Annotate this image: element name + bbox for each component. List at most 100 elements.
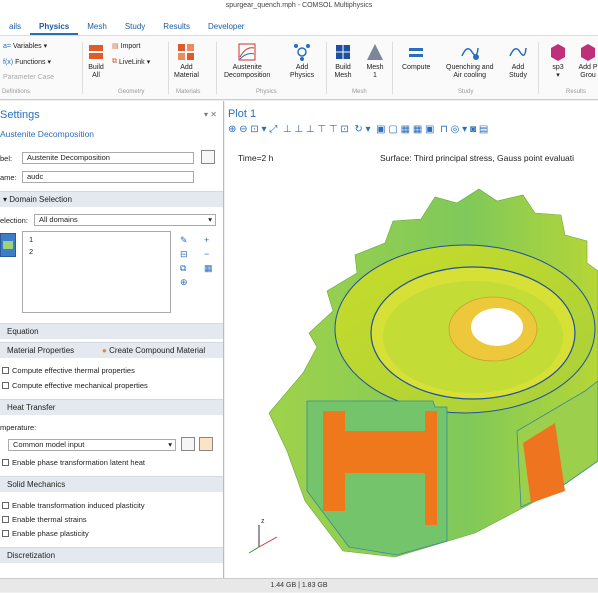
chevron-down-icon: ▾ [208, 215, 212, 224]
compute-button[interactable]: Compute [402, 42, 430, 72]
chevron-down-icon[interactable]: ▾ [366, 124, 371, 135]
phase-plasticity-checkbox[interactable]: Enable phase plasticity [2, 529, 89, 538]
add-plot-group-button[interactable]: Add P Grou [578, 42, 598, 80]
scene-icon[interactable]: ▣ [425, 124, 434, 135]
equation-section[interactable]: Equation [0, 323, 223, 339]
add-selection-icon[interactable]: ✎ [180, 235, 188, 245]
build-mesh-button[interactable]: Build Mesh [333, 42, 353, 80]
functions-button[interactable]: f(x) Functions ▾ [3, 58, 51, 67]
wireframe-icon[interactable]: ▣ [376, 124, 385, 135]
mesh-group-label: Mesh [352, 89, 367, 95]
name-caption: ame: [0, 173, 17, 182]
grid-icon[interactable]: ▦ [413, 124, 422, 135]
phase-diagram-icon [238, 43, 256, 61]
light-icon[interactable]: ▦ [401, 124, 410, 135]
build-all-button[interactable]: Build All [86, 42, 106, 80]
mesh-1-button[interactable]: Mesh 1 [365, 42, 385, 80]
tab-results[interactable]: Results [154, 21, 199, 35]
temperature-dropdown[interactable]: Common model input ▾ [8, 439, 176, 451]
selection-tools-2[interactable]: + − ▦ [204, 233, 213, 275]
import-button[interactable]: ▤ Import [112, 42, 140, 51]
domain-active-toggle[interactable] [0, 233, 16, 257]
paste-icon[interactable]: ▦ [204, 263, 213, 273]
ribbon-separator [82, 42, 83, 94]
axis-z-label: z [261, 518, 265, 525]
plus-icon[interactable]: + [204, 235, 209, 245]
definitions-group-label: Definitions [2, 89, 31, 95]
zoom-in-icon[interactable]: ⊕ [228, 124, 236, 135]
latent-heat-checkbox[interactable]: Enable phase transformation latent heat [2, 458, 145, 467]
plot-group-icon [551, 44, 565, 61]
sp3-button[interactable]: sp3 ▾ [548, 42, 568, 80]
add-plot-group-icon [581, 44, 595, 61]
remove-selection-icon[interactable]: ⊟ [180, 249, 188, 259]
transparency-icon[interactable]: ▢ [388, 124, 397, 135]
axis-z-icon[interactable]: ⊥ [306, 124, 315, 135]
name-field[interactable]: audc [22, 171, 194, 183]
plot-tab[interactable]: Plot 1 [228, 108, 256, 120]
tab-physics[interactable]: Physics [30, 21, 79, 35]
selection-dropdown[interactable]: All domains ▾ [34, 214, 216, 226]
axis-x-icon[interactable]: ⊥ [283, 124, 292, 135]
austenite-decomposition-button[interactable]: Austenite Decomposition [224, 42, 270, 80]
build-mesh-icon [336, 45, 350, 59]
zoom-box-icon[interactable]: ⊡ [250, 124, 258, 135]
variables-button[interactable]: a= Variables ▾ [3, 42, 47, 51]
heat-transfer-section[interactable]: Heat Transfer [0, 399, 223, 415]
discretization-section[interactable]: Discretization [0, 547, 223, 563]
list-item[interactable]: 1 [23, 232, 170, 247]
thermal-strains-checkbox[interactable]: Enable thermal strains [2, 515, 87, 524]
zoom-extents-icon[interactable]: ⤢ [269, 124, 277, 135]
label-field[interactable]: Austenite Decomposition [22, 152, 194, 164]
lock-icon[interactable]: ⊓ [440, 124, 448, 135]
list-item[interactable]: 2 [23, 247, 170, 256]
axis-up-icon[interactable]: ⊤ [317, 124, 326, 135]
axis-down-icon[interactable]: ⊤ [329, 124, 338, 135]
axis-y-icon[interactable]: ⊥ [294, 124, 303, 135]
tab-developer[interactable]: Developer [199, 21, 253, 35]
tab-mesh[interactable]: Mesh [78, 21, 116, 35]
create-compound-material-button[interactable]: ● Create Compound Material [102, 343, 205, 359]
panel-pin-icon[interactable]: ▾ ✕ [204, 110, 217, 119]
graphics-window[interactable]: Plot 1 ⊕ ⊖ ⊡ ▾ ⤢ ⊥ ⊥ ⊥ ⊤ ⊤ ⊡ ↻ ▾ ▣ ▢ ▦ ▦… [225, 101, 598, 578]
chevron-down-icon[interactable]: ▾ [462, 124, 467, 135]
memory-status: 1.44 GB | 1.83 GB [0, 578, 598, 592]
ribbon: a= Variables ▾ f(x) Functions ▾ Parameter … [0, 36, 598, 100]
settings-subtitle: Austenite Decomposition [0, 129, 95, 139]
ribbon-separator [168, 42, 169, 94]
settings-panel: Settings ▾ ✕ Austenite Decomposition bel… [0, 101, 224, 578]
tab-details[interactable]: ails [0, 21, 30, 35]
material-properties-section[interactable]: Material Properties ● Create Compound Mat… [0, 342, 223, 359]
copy-selection-icon[interactable]: ⧉ [180, 263, 186, 273]
livelink-button[interactable]: ⧉ LiveLink ▾ [112, 58, 150, 66]
add-material-button[interactable]: Add Material [174, 42, 199, 80]
minus-icon[interactable]: − [204, 249, 209, 259]
label-edit-icon[interactable] [201, 150, 215, 164]
ribbon-separator [326, 42, 327, 94]
rotate-icon[interactable]: ↻ [354, 124, 362, 135]
solid-mechanics-section[interactable]: Solid Mechanics [0, 476, 223, 492]
zoom-out-icon[interactable]: ⊖ [239, 124, 247, 135]
zoom-selection-icon[interactable]: ⊕ [180, 277, 188, 287]
trip-checkbox[interactable]: Enable transformation induced plasticity [2, 501, 145, 510]
parameter-case-button[interactable]: Parameter Case [3, 74, 54, 81]
print-icon[interactable]: ▤ [479, 124, 488, 135]
domain-selection-section[interactable]: ▾ Domain Selection [0, 191, 223, 207]
add-study-button[interactable]: Add Study [508, 42, 528, 80]
gear-bore [471, 308, 523, 346]
gear-plot: z [248, 188, 598, 558]
domain-list[interactable]: 1 2 [22, 231, 171, 313]
temperature-goto-icon[interactable] [181, 437, 195, 451]
settings-icon[interactable]: ◎ [451, 124, 460, 135]
temperature-create-icon[interactable] [199, 437, 213, 451]
tab-study[interactable]: Study [116, 21, 154, 35]
mechanical-properties-checkbox[interactable]: Compute effective mechanical properties [2, 381, 148, 390]
quenching-study-button[interactable]: Quenching and Air cooling [446, 42, 493, 80]
add-physics-button[interactable]: Add Physics [290, 42, 314, 80]
selection-tools[interactable]: ✎ ⊟ ⧉ ⊕ [180, 233, 188, 289]
camera-icon[interactable]: ◙ [470, 124, 476, 135]
materials-group-label: Materials [176, 89, 201, 95]
thermal-properties-checkbox[interactable]: Compute effective thermal properties [2, 366, 135, 375]
chevron-down-icon[interactable]: ▾ [262, 124, 267, 135]
view-icon[interactable]: ⊡ [340, 124, 348, 135]
